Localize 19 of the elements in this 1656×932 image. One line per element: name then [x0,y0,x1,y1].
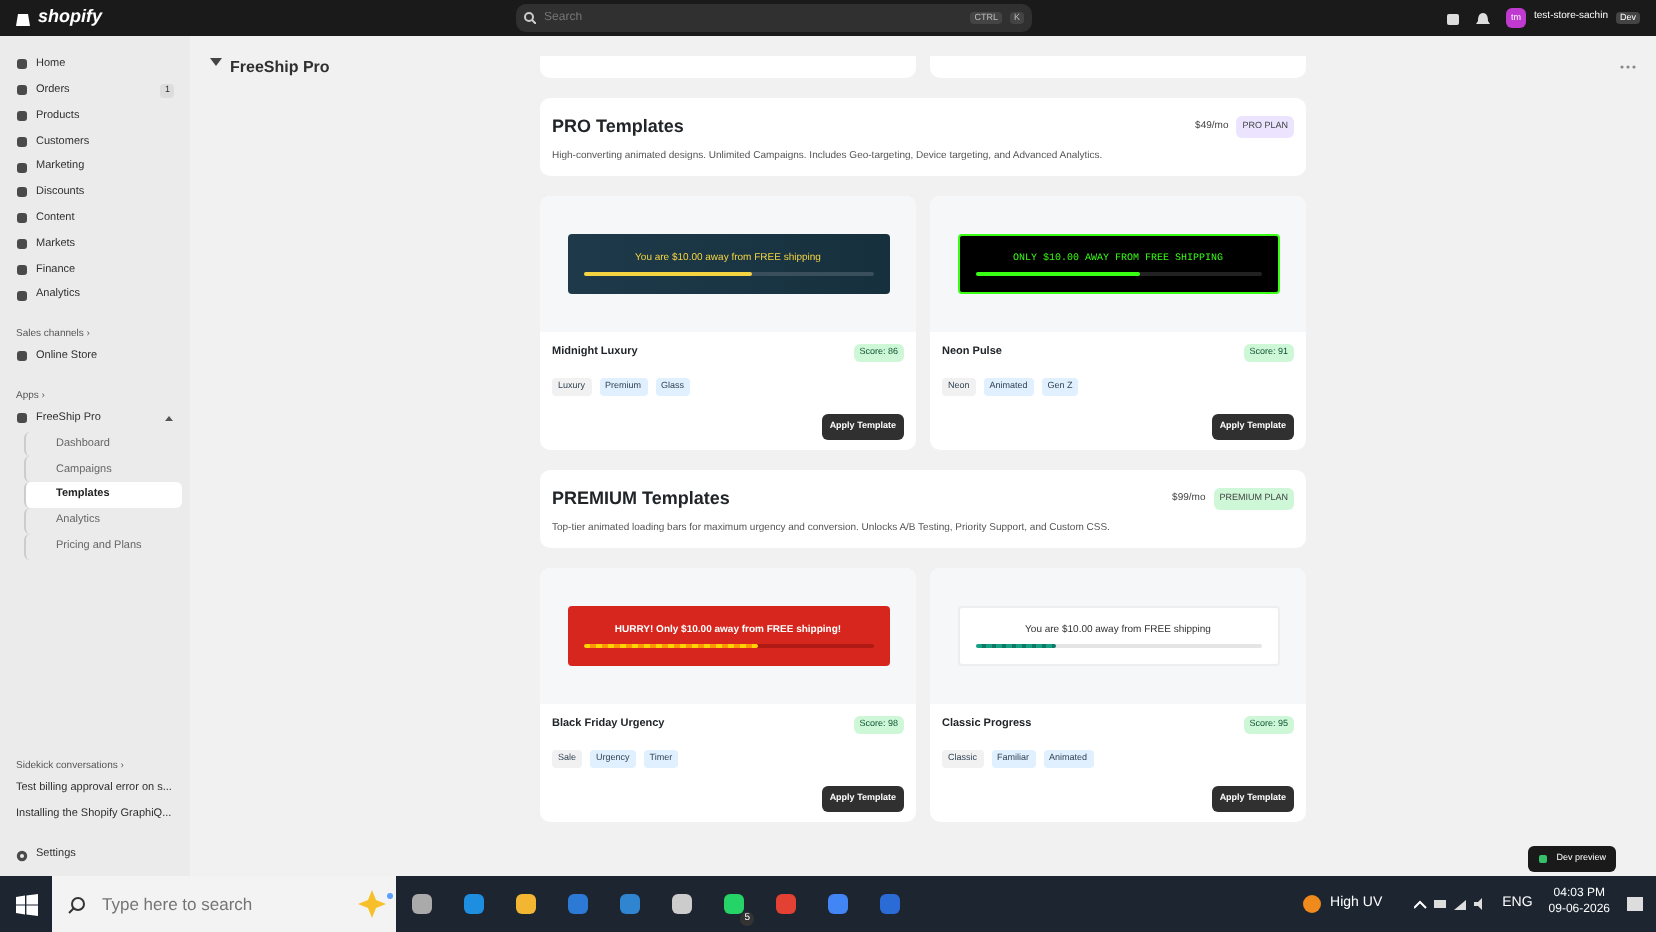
app-title: FreeShip Pro [230,56,330,80]
bell-icon[interactable] [1476,11,1491,25]
nav-icon [16,350,28,363]
bag-icon [16,10,30,26]
section-title: PRO Templates [552,114,684,140]
settings-icon [16,849,28,862]
sparkle-icon [356,890,396,918]
windows-icon[interactable] [15,893,37,915]
more-icon[interactable] [1620,64,1636,70]
search-icon [524,12,537,24]
sun-icon [1302,894,1323,914]
tray-icons[interactable] [1414,896,1487,912]
logo: shopify [38,4,103,31]
taskbar-search[interactable]: Type here to search [52,876,396,932]
section-title: PREMIUM Templates [552,486,730,512]
search-icon [68,895,86,913]
nav-icon [16,412,28,425]
app-icon [210,56,222,68]
search-field[interactable]: Type here to search [102,891,340,917]
